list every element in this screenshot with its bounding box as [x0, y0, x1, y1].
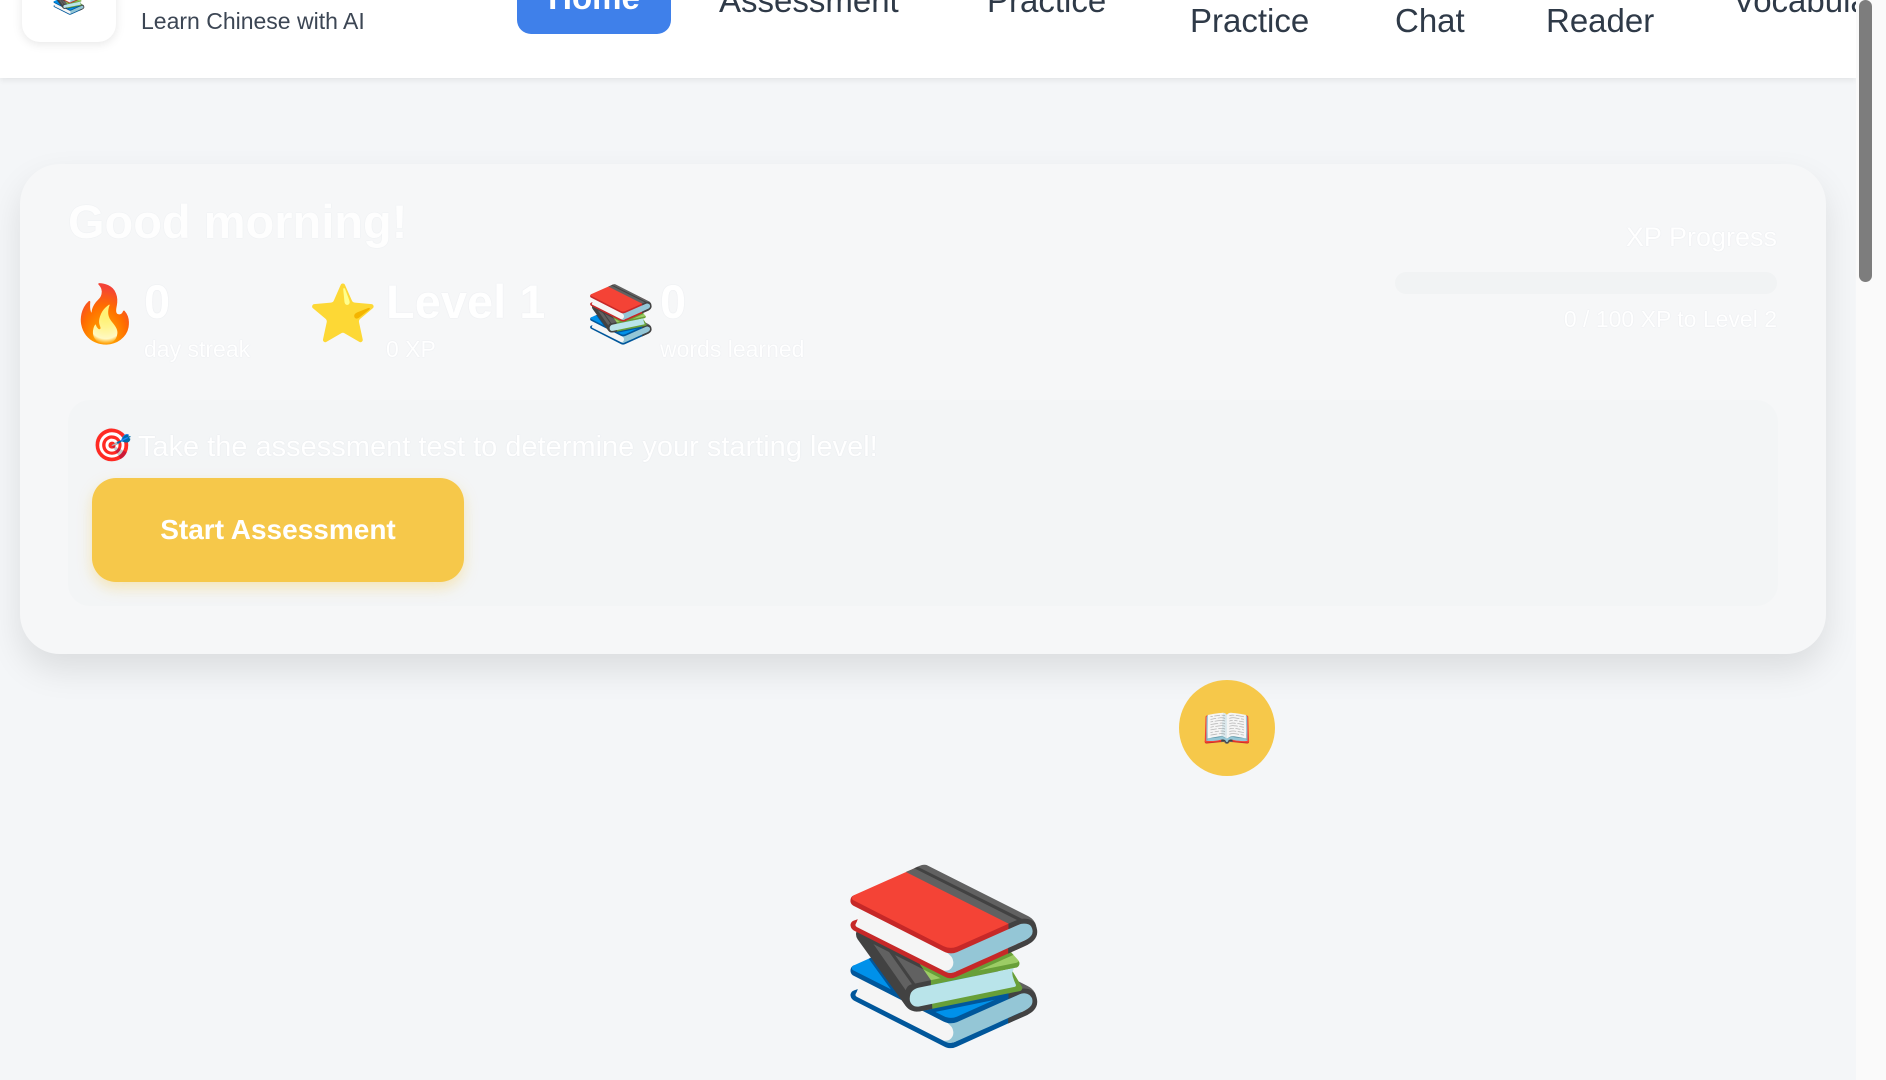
- level-value: Level 1: [386, 275, 546, 328]
- xp-label: 0 XP: [386, 336, 436, 362]
- nav-practice-2[interactable]: Practice: [1190, 2, 1309, 40]
- books-icon: 📚: [586, 282, 656, 345]
- nav-chat[interactable]: Chat: [1395, 2, 1465, 40]
- fire-icon: 🔥: [70, 282, 140, 345]
- scrollbar-thumb[interactable]: [1859, 0, 1872, 282]
- nav-assessment[interactable]: Assessment: [719, 0, 899, 20]
- xp-progress-title: XP Progress: [1625, 222, 1777, 252]
- streak-stat: 🔥 0 day streak: [70, 274, 290, 364]
- words-stat: 📚 0 words learned: [586, 274, 866, 364]
- welcome-card: Good morning! 🔥 0 day streak ⭐ Level 1 0…: [20, 164, 1826, 654]
- nav-home-button[interactable]: Home: [517, 0, 671, 34]
- open-book-icon: 📖: [1202, 706, 1252, 751]
- nav-vocabulary[interactable]: Vocabula: [1733, 0, 1856, 20]
- assessment-message-text: Take the assessment test to determine yo…: [137, 431, 878, 463]
- nav-practice[interactable]: Practice: [987, 0, 1106, 20]
- target-icon: 🎯: [92, 427, 132, 463]
- xp-progress-bar: [1395, 272, 1777, 294]
- top-navigation-bar: 📚 Learn Chinese with AI Home Assessment …: [0, 0, 1856, 78]
- streak-label: day streak: [144, 336, 251, 362]
- assessment-message: 🎯 Take the assessment test to determine y…: [92, 426, 878, 464]
- words-label: words learned: [660, 336, 805, 362]
- star-icon: ⭐: [308, 282, 378, 345]
- start-assessment-button[interactable]: Start Assessment: [92, 478, 464, 582]
- books-icon: 📚: [52, 0, 87, 16]
- books-illustration-icon: 📚: [838, 860, 1050, 1050]
- reader-fab-button[interactable]: 📖: [1179, 680, 1275, 776]
- greeting-heading: Good morning!: [68, 195, 408, 248]
- level-stat: ⭐ Level 1 0 XP: [308, 274, 568, 364]
- nav-reader[interactable]: Reader: [1546, 2, 1654, 40]
- app-logo[interactable]: 📚: [22, 0, 116, 42]
- assessment-prompt: 🎯 Take the assessment test to determine y…: [68, 400, 1778, 606]
- streak-value: 0: [144, 275, 171, 328]
- words-value: 0: [660, 275, 687, 328]
- xp-progress-text: 0 / 100 XP to Level 2: [1563, 306, 1777, 332]
- app-tagline: Learn Chinese with AI: [141, 8, 365, 34]
